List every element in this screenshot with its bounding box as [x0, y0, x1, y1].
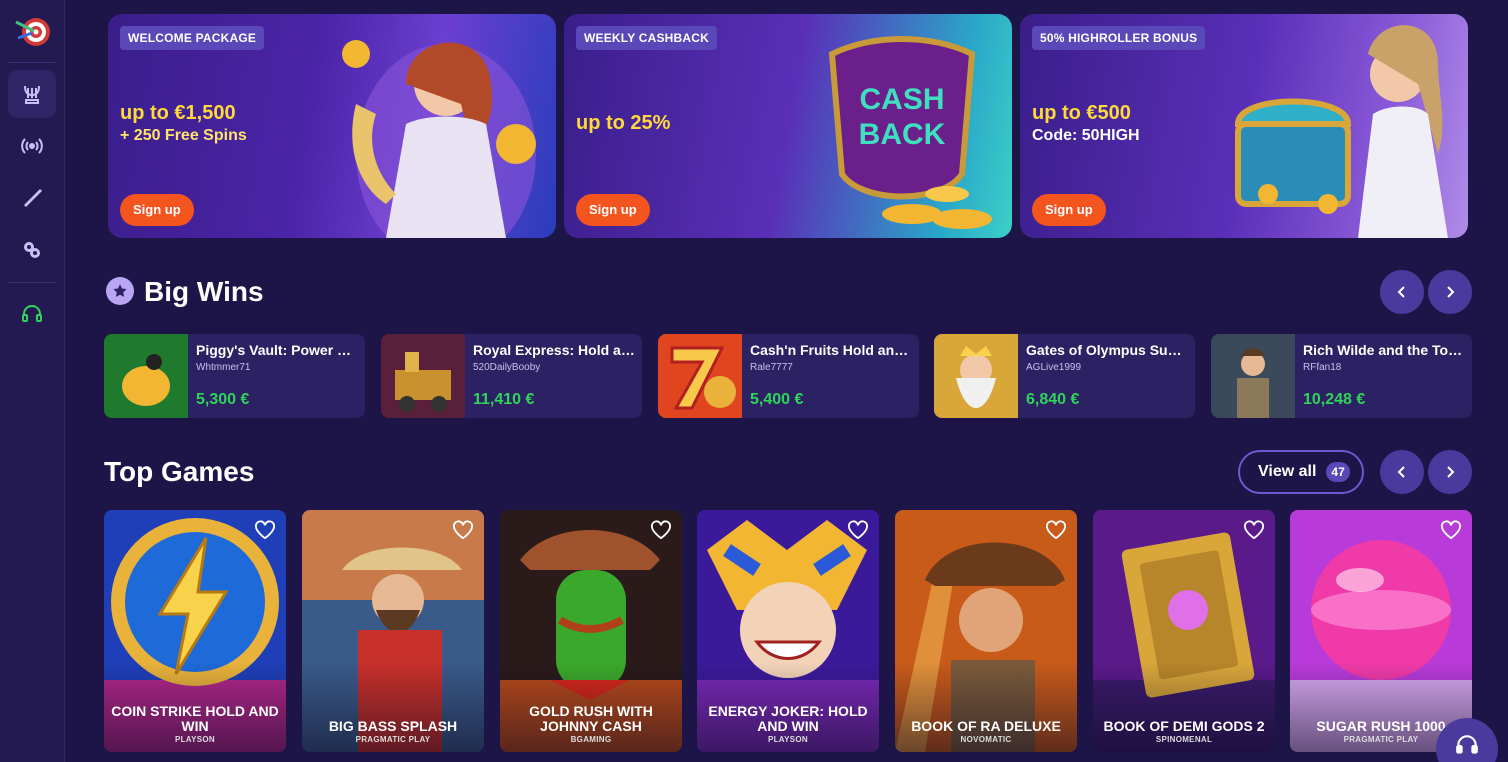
dartboard-logo-icon[interactable]: [12, 12, 52, 52]
game-thumbnail: [1211, 334, 1295, 418]
game-provider: PRAGMATIC PLAY: [355, 735, 431, 744]
banner-headline: up to €500: [1032, 102, 1131, 124]
sidebar: [0, 0, 65, 762]
game-tile[interactable]: COIN STRIKE HOLD AND WIN PLAYSON: [104, 510, 286, 752]
win-game-title: Gates of Olympus Supe...: [1026, 342, 1188, 358]
view-all-label: View all: [1258, 463, 1317, 480]
game-title: ENERGY JOKER: HOLD AND WIN: [708, 703, 868, 734]
sidebar-divider: [8, 62, 56, 63]
chevron-left-icon: [1397, 466, 1405, 478]
heart-icon[interactable]: [847, 520, 869, 540]
sign-up-button[interactable]: Sign up: [576, 194, 650, 226]
sidebar-item-live[interactable]: [8, 122, 56, 170]
star-icon: [106, 277, 134, 305]
harp-goddess-illustration: [342, 40, 536, 238]
promotions-icon: [24, 242, 40, 258]
game-thumbnail: [658, 334, 742, 418]
game-title: BIG BASS SPLASH: [328, 718, 458, 734]
svg-text:CASH: CASH: [859, 83, 944, 116]
game-thumbnail: [934, 334, 1018, 418]
big-win-card[interactable]: Gates of Olympus Supe... AGLive1999 6,84…: [934, 334, 1195, 418]
cashback-shield-illustration: CASH BACK: [828, 36, 992, 229]
sidebar-item-sports[interactable]: [8, 174, 56, 222]
game-tile[interactable]: SUGAR RUSH 1000 PRAGMATIC PLAY: [1290, 510, 1472, 752]
win-game-title: Piggy's Vault: Power Co...: [196, 342, 358, 358]
game-thumbnail: [104, 334, 188, 418]
sign-up-button[interactable]: Sign up: [120, 194, 194, 226]
promo-banner-cashback[interactable]: CASH BACK WEEKLY CASHBACK up to 25% Sign…: [564, 14, 1012, 238]
top-games-next-button[interactable]: [1428, 450, 1472, 494]
big-wins-next-button[interactable]: [1428, 270, 1472, 314]
big-win-card[interactable]: Cash'n Fruits Hold and ... Rale7777 5,40…: [658, 334, 919, 418]
view-all-button[interactable]: View all 47: [1238, 450, 1364, 494]
game-title: BOOK OF RA DELUXE: [911, 718, 1061, 734]
game-provider: PLAYSON: [174, 735, 216, 744]
treasure-chest-illustration: [1234, 25, 1448, 238]
win-username: AGLive1999: [1026, 362, 1082, 373]
big-wins-title: Big Wins: [144, 276, 264, 307]
game-title: COIN STRIKE HOLD AND WIN: [111, 703, 279, 734]
banner-tag: 50% HIGHROLLER BONUS: [1032, 26, 1206, 50]
top-games-title: Top Games: [104, 456, 255, 487]
win-game-title: Royal Express: Hold an...: [473, 342, 635, 358]
heart-icon[interactable]: [1440, 520, 1462, 540]
chevron-left-icon: [1397, 286, 1405, 298]
win-amount: 10,248 €: [1303, 391, 1366, 408]
heart-icon[interactable]: [1045, 520, 1067, 540]
headset-icon: [1456, 735, 1478, 754]
heart-icon[interactable]: [1243, 520, 1265, 540]
win-username: Whtmmer71: [196, 362, 251, 373]
win-game-title: Rich Wilde and the Tom...: [1303, 342, 1465, 358]
lyre-icon: [24, 85, 40, 104]
banner-tag: WELCOME PACKAGE: [120, 26, 265, 50]
win-amount: 5,300 €: [196, 391, 250, 408]
game-provider: NOVOMATIC: [960, 735, 1012, 744]
win-username: RFfan18: [1303, 362, 1342, 373]
win-amount: 6,840 €: [1026, 391, 1080, 408]
sidebar-divider: [8, 282, 56, 283]
sidebar-item-support[interactable]: [8, 290, 56, 338]
big-win-card[interactable]: Rich Wilde and the Tom... RFfan18 10,248…: [1211, 334, 1472, 418]
chevron-right-icon: [1447, 286, 1455, 298]
win-username: 520DailyBooby: [473, 362, 541, 373]
banner-headline: up to €1,500: [120, 102, 236, 124]
heart-icon[interactable]: [650, 520, 672, 540]
promo-banner-welcome[interactable]: WELCOME PACKAGE up to €1,500 + 250 Free …: [108, 14, 556, 238]
big-win-card[interactable]: Royal Express: Hold an... 520DailyBooby …: [381, 334, 642, 418]
win-username: Rale7777: [750, 362, 793, 373]
big-win-card[interactable]: Piggy's Vault: Power Co... Whtmmer71 5,3…: [104, 334, 365, 418]
sidebar-item-casino[interactable]: [8, 70, 56, 118]
game-tile[interactable]: GOLD RUSH WITH JOHNNY CASH BGAMING: [500, 510, 682, 752]
win-amount: 11,410 €: [473, 391, 535, 408]
game-provider: BGAMING: [570, 735, 612, 744]
banner-headline: up to 25%: [576, 112, 671, 134]
top-games-prev-button[interactable]: [1380, 450, 1424, 494]
big-wins-prev-button[interactable]: [1380, 270, 1424, 314]
game-provider: PLAYSON: [767, 735, 809, 744]
win-amount: 5,400 €: [750, 391, 804, 408]
banner-subtext: + 250 Free Spins: [120, 127, 247, 144]
promo-banner-highroller[interactable]: 50% HIGHROLLER BONUS up to €500 Code: 50…: [1020, 14, 1468, 238]
game-count-badge: 47: [1326, 462, 1350, 482]
game-provider: SPINOMENAL: [1155, 735, 1213, 744]
support-headset-icon: [22, 305, 42, 322]
sidebar-item-promotions[interactable]: [8, 226, 56, 274]
game-title: GOLD RUSH WITH JOHNNY CASH: [529, 703, 653, 734]
game-title: BOOK OF DEMI GODS 2: [1103, 718, 1265, 734]
game-tile[interactable]: BIG BASS SPLASH PRAGMATIC PLAY: [302, 510, 484, 752]
heart-icon[interactable]: [452, 520, 474, 540]
banner-tag: WEEKLY CASHBACK: [576, 26, 718, 50]
live-broadcast-icon: [21, 138, 43, 154]
chevron-right-icon: [1447, 466, 1455, 478]
sign-up-button[interactable]: Sign up: [1032, 194, 1106, 226]
heart-icon[interactable]: [254, 520, 276, 540]
game-tile[interactable]: BOOK OF RA DELUXE NOVOMATIC: [895, 510, 1077, 752]
game-tile[interactable]: ENERGY JOKER: HOLD AND WIN PLAYSON: [697, 510, 879, 752]
win-game-title: Cash'n Fruits Hold and ...: [750, 342, 912, 358]
svg-text:BACK: BACK: [859, 118, 946, 151]
sports-icon: [24, 189, 42, 207]
banner-subtext: Code: 50HIGH: [1032, 127, 1140, 144]
game-tile[interactable]: BOOK OF DEMI GODS 2 SPINOMENAL: [1093, 510, 1275, 752]
game-thumbnail: [381, 334, 465, 418]
